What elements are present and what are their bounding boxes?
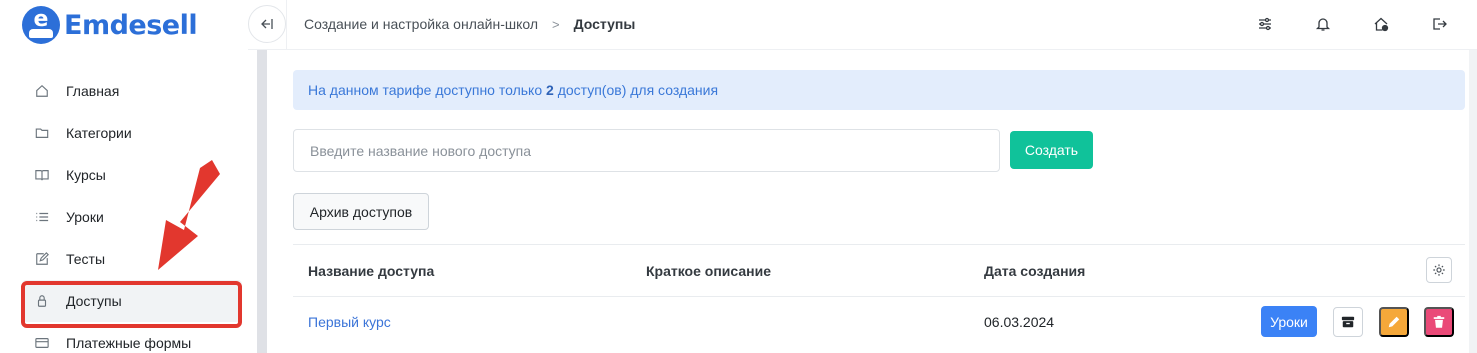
lock-icon	[34, 293, 50, 309]
sidebar-item-home[interactable]: Главная	[22, 70, 242, 112]
table-border	[293, 244, 1465, 245]
sidebar-item-access[interactable]: Доступы	[22, 280, 242, 322]
home-info-icon[interactable]	[1371, 14, 1391, 34]
column-header-date: Дата создания	[984, 263, 1086, 279]
sidebar-nav: Главная Категории Курсы Уроки Тесты Дост…	[22, 70, 242, 353]
sidebar-item-tests[interactable]: Тесты	[22, 238, 242, 280]
delete-row-button[interactable]	[1424, 307, 1454, 337]
sidebar-item-lessons[interactable]: Уроки	[22, 196, 242, 238]
column-header-name: Название доступа	[308, 263, 435, 279]
settings-sliders-icon[interactable]	[1255, 14, 1275, 34]
bell-icon[interactable]	[1313, 14, 1333, 34]
book-icon	[34, 167, 50, 183]
access-date: 06.03.2024	[984, 314, 1055, 330]
edit-row-button[interactable]	[1379, 307, 1409, 337]
sidebar-item-label: Доступы	[66, 293, 122, 309]
archive-row-button[interactable]	[1333, 307, 1363, 337]
table-header-border	[293, 296, 1465, 297]
list-icon	[34, 209, 50, 225]
app: e Emdesell Главная Категории Курсы Уроки…	[0, 0, 1477, 353]
brand-logo[interactable]: e Emdesell	[22, 6, 198, 44]
home-icon	[34, 83, 50, 99]
header-divider	[286, 0, 287, 50]
column-header-description: Краткое описание	[646, 263, 771, 279]
tariff-alert: На данном тарифе доступно только 2 досту…	[293, 70, 1465, 110]
sidebar-item-label: Курсы	[66, 167, 106, 183]
breadcrumb-current: Доступы	[573, 16, 636, 32]
top-header: Создание и настройка онлайн-школ > Досту…	[248, 0, 1477, 50]
sidebar-item-label: Главная	[66, 83, 120, 99]
archive-box-icon	[1341, 316, 1355, 328]
breadcrumb-separator: >	[552, 16, 560, 32]
trash-icon	[1433, 315, 1445, 328]
sidebar-item-label: Платежные формы	[66, 335, 192, 351]
sidebar-item-label: Уроки	[66, 209, 104, 225]
create-button[interactable]: Создать	[1010, 131, 1093, 169]
new-access-input[interactable]	[293, 129, 1000, 172]
pencil-icon	[1388, 316, 1400, 328]
alert-prefix: На данном тарифе доступно только	[308, 82, 547, 98]
header-actions	[1255, 14, 1449, 34]
sidebar-item-courses[interactable]: Курсы	[22, 154, 242, 196]
credit-card-icon	[34, 335, 50, 351]
sidebar-item-label: Категории	[66, 125, 132, 141]
logo-icon: e	[22, 6, 60, 44]
collapse-left-icon	[261, 19, 273, 29]
access-archive-button[interactable]: Архив доступов	[293, 193, 429, 230]
alert-suffix: доступ(ов) для создания	[553, 82, 719, 98]
sidebar-item-categories[interactable]: Категории	[22, 112, 242, 154]
edit-icon	[34, 251, 50, 267]
sidebar-scrollbar[interactable]	[257, 50, 267, 353]
folder-icon	[34, 125, 50, 141]
alert-count: 2	[546, 82, 554, 98]
collapse-sidebar-button[interactable]	[248, 5, 286, 43]
main-scrollbar[interactable]	[1469, 50, 1477, 353]
table-settings-button[interactable]	[1426, 257, 1452, 283]
access-name-link[interactable]: Первый курс	[308, 314, 391, 330]
sidebar-item-label: Тесты	[66, 251, 106, 267]
sidebar: e Emdesell Главная Категории Курсы Уроки…	[0, 0, 270, 353]
brand-name: Emdesell	[64, 9, 198, 41]
gear-icon	[1433, 264, 1445, 276]
breadcrumb: Создание и настройка онлайн-школ > Досту…	[304, 16, 635, 32]
logout-icon[interactable]	[1429, 14, 1449, 34]
lessons-button[interactable]: Уроки	[1261, 306, 1317, 337]
sidebar-item-payment-forms[interactable]: Платежные формы	[22, 322, 242, 353]
breadcrumb-parent[interactable]: Создание и настройка онлайн-школ	[304, 16, 538, 32]
